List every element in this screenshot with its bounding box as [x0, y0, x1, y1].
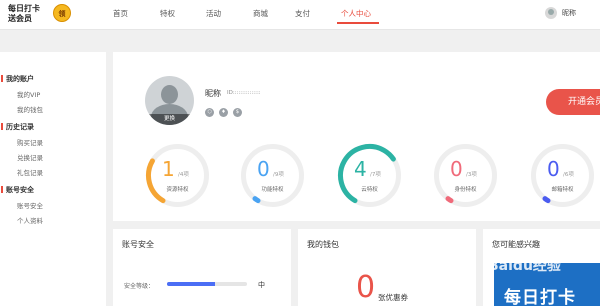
profile-uid: ID:::::::::::::::	[227, 90, 261, 96]
sidebar-item-purchase-records[interactable]: 购买记录	[17, 137, 43, 147]
avatar-head-shape	[161, 85, 178, 104]
security-level-bar	[167, 282, 247, 286]
account-security-title: 账号安全	[122, 240, 154, 249]
sidebar-item-gift-records[interactable]: 礼包记录	[17, 167, 43, 177]
sidebar: 我的账户 我的VIP 我的钱包 历史记录 购买记录 兑换记录 礼包记录 账号安全…	[0, 52, 106, 306]
stat-value: 0	[257, 157, 270, 181]
badge-hex-icon[interactable]: ⬡	[205, 108, 214, 117]
profile-nickname: 昵称	[205, 89, 221, 98]
logo-line1: 每日打卡	[8, 4, 40, 13]
coupon-count[interactable]: 0	[356, 270, 375, 306]
stat-function[interactable]: 0 /9项 功能特权	[239, 142, 306, 209]
stat-value: 0	[547, 157, 560, 181]
stat-label: 邮箱特权	[551, 187, 574, 193]
stat-total: /4项	[178, 172, 189, 178]
nav-mall[interactable]: 商城	[253, 8, 268, 19]
sidebar-section-security[interactable]: 账号安全	[1, 185, 34, 195]
sidebar-item-my-wallet[interactable]: 我的钱包	[17, 104, 43, 114]
logo-text: 每日打卡 送会员	[8, 4, 40, 24]
wallet-title: 我的钱包	[307, 240, 339, 249]
user-name[interactable]: 昵称	[562, 8, 576, 18]
security-level-label: 安全等级：	[124, 283, 155, 290]
nav-personal-center[interactable]: 个人中心	[341, 8, 371, 19]
profile-avatar[interactable]: 更换	[145, 76, 194, 125]
stat-identity[interactable]: 0 /3项 身份特权	[432, 142, 499, 209]
interest-title: 您可能感兴趣	[492, 240, 540, 249]
logo-line2: 送会员	[8, 14, 32, 23]
user-avatar-icon[interactable]	[545, 7, 557, 19]
stat-label: 功能特权	[261, 187, 284, 193]
nav-pay[interactable]: 支付	[295, 8, 310, 19]
sidebar-item-my-vip[interactable]: 我的VIP	[17, 89, 40, 99]
coupon-label[interactable]: 张优惠券	[378, 292, 408, 303]
stat-total: /9项	[273, 172, 284, 178]
open-vip-button[interactable]: 开通会员	[546, 89, 600, 115]
promo-text: 每日打卡	[504, 288, 576, 306]
stat-resource[interactable]: 1 /4项 资源特权	[144, 142, 211, 209]
stat-total: /3项	[466, 172, 477, 178]
stat-mail[interactable]: 0 /6项 邮箱特权	[529, 142, 596, 209]
nav-privilege[interactable]: 特权	[160, 8, 175, 19]
top-navbar: 每日打卡 送会员 领 首页 特权 活动 商城 支付 个人中心 昵称	[0, 0, 600, 30]
stat-total: /7项	[370, 172, 381, 178]
stat-total: /6项	[563, 172, 574, 178]
sidebar-item-account-security[interactable]: 账号安全	[17, 200, 43, 210]
avatar-change-button[interactable]: 更换	[145, 114, 194, 125]
sidebar-item-profile[interactable]: 个人资料	[17, 215, 43, 225]
security-level-value: 中	[258, 281, 265, 289]
nav-home[interactable]: 首页	[113, 8, 128, 19]
watermark: Baidu经验	[488, 258, 561, 274]
nav-active-indicator	[337, 22, 379, 24]
logo-badge: 领	[53, 4, 71, 22]
security-level-fill	[167, 282, 215, 286]
stat-value: 1	[162, 157, 175, 181]
stat-label: 资源特权	[166, 187, 189, 193]
stat-label: 云特权	[361, 187, 378, 193]
sidebar-item-exchange-records[interactable]: 兑换记录	[17, 152, 43, 162]
logo[interactable]: 每日打卡 送会员 领	[8, 3, 72, 28]
badge-dollar-icon[interactable]: $	[233, 108, 242, 117]
stat-cloud[interactable]: 4 /7项 云特权	[336, 142, 403, 209]
nav-activity[interactable]: 活动	[206, 8, 221, 19]
sidebar-section-account[interactable]: 我的账户	[1, 74, 34, 84]
stat-value: 4	[354, 157, 367, 181]
stat-value: 0	[450, 157, 463, 181]
sidebar-section-history[interactable]: 历史记录	[1, 122, 34, 132]
stat-label: 身份特权	[454, 187, 477, 193]
account-security-card: 账号安全	[113, 229, 291, 306]
badge-leaf-icon[interactable]: ♦	[219, 108, 228, 117]
